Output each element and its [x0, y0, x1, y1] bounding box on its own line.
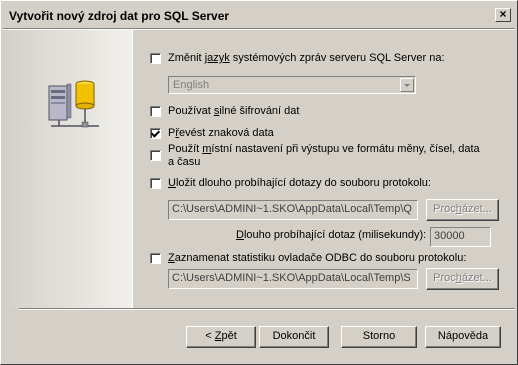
footer-separator — [19, 308, 515, 310]
chevron-down-icon[interactable] — [400, 78, 414, 92]
close-button[interactable]: × — [495, 8, 511, 22]
window-title: Vytvořit nový zdroj dat pro SQL Server — [9, 9, 230, 23]
log-odbc-stats-checkbox[interactable] — [150, 253, 161, 264]
strong-encryption-checkbox[interactable] — [150, 106, 161, 117]
database-server-icon — [47, 78, 103, 138]
translate-char-option[interactable]: Převést znaková data — [150, 127, 274, 140]
translate-char-label: Převést znaková data — [168, 127, 274, 139]
long-query-browse-button[interactable]: Procházet... — [426, 199, 499, 221]
stats-browse-button[interactable]: Procházet... — [426, 268, 499, 290]
cancel-button[interactable]: Storno — [341, 326, 417, 348]
language-select-value: English — [173, 79, 210, 91]
log-odbc-stats-label: Zaznamenat statistiku ovladače ODBC do s… — [168, 252, 467, 264]
finish-button[interactable]: Dokončit — [259, 326, 329, 348]
language-select[interactable]: English — [168, 76, 416, 94]
help-button[interactable]: Nápověda — [425, 326, 501, 348]
wizard-side-panel — [3, 30, 132, 308]
strong-encryption-option[interactable]: Používat silné šifrování dat — [150, 105, 299, 118]
translate-char-checkbox[interactable] — [150, 128, 161, 139]
regional-settings-label: Použít místní nastavení při výstupu ve f… — [168, 143, 480, 168]
regional-settings-checkbox[interactable] — [150, 150, 161, 161]
strong-encryption-label: Používat silné šifrování dat — [168, 105, 300, 117]
long-query-time-label: Dlouho probíhající dotaz (milisekundy): — [236, 229, 427, 241]
back-button[interactable]: < Zpět — [186, 326, 256, 348]
stats-file-input[interactable]: C:\Users\ADMINI~1.SKO\AppData\Local\Temp… — [168, 269, 418, 289]
side-panel-edge — [132, 30, 133, 308]
regional-settings-option[interactable]: Použít místní nastavení při výstupu ve f… — [150, 143, 480, 169]
change-language-checkbox[interactable] — [150, 53, 161, 64]
change-language-label: Změnit jazyk systémových zpráv serveru S… — [168, 52, 445, 64]
log-long-queries-label: Uložit dlouho probíhající dotazy do soub… — [168, 177, 431, 189]
change-language-option[interactable]: Změnit jazyk systémových zpráv serveru S… — [150, 52, 445, 65]
title-bar[interactable]: Vytvořit nový zdroj dat pro SQL Server × — [3, 3, 515, 29]
long-query-time-input[interactable]: 30000 — [430, 227, 491, 247]
log-odbc-stats-option[interactable]: Zaznamenat statistiku ovladače ODBC do s… — [150, 252, 466, 265]
log-long-queries-checkbox[interactable] — [150, 178, 161, 189]
long-query-file-input[interactable]: C:\Users\ADMINI~1.SKO\AppData\Local\Temp… — [168, 200, 418, 220]
log-long-queries-option[interactable]: Uložit dlouho probíhající dotazy do soub… — [150, 177, 431, 190]
dialog-window: Vytvořit nový zdroj dat pro SQL Server × — [0, 0, 518, 365]
